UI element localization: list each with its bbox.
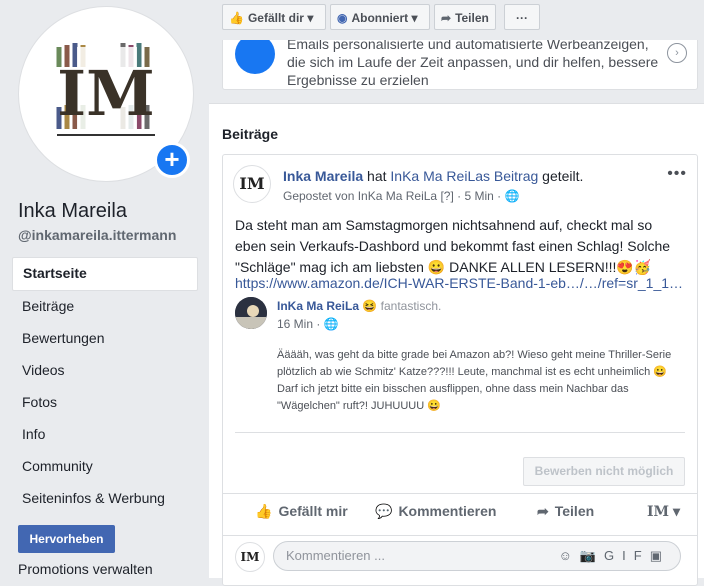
posted-by: Gepostet von InKa Ma ReiLa bbox=[283, 189, 438, 203]
sticker-icon[interactable]: ▣ bbox=[650, 548, 670, 563]
post-action-suffix: geteilt. bbox=[538, 168, 584, 184]
comment-placeholder: Kommentieren ... bbox=[286, 548, 385, 563]
ads-promo-card: Emails personalisierte und automatisiert… bbox=[222, 40, 698, 90]
chevron-down-icon: ▾ bbox=[307, 11, 314, 25]
shared-post-link[interactable]: InKa Ma ReiLas Beitrag bbox=[390, 168, 538, 184]
share-arrow-icon: ➦ bbox=[537, 503, 549, 519]
post-author-avatar[interactable]: IM bbox=[233, 165, 271, 203]
sidebar-item-seiteninfos[interactable]: Seiteninfos & Werbung bbox=[12, 483, 198, 515]
emoji-icon[interactable]: ☺ bbox=[559, 548, 580, 563]
original-timestamp[interactable]: 16 Min · 🌐 bbox=[277, 317, 339, 331]
commenter-avatar: IM bbox=[235, 542, 265, 572]
page-handle: @inkamareila.ittermann bbox=[18, 227, 177, 243]
avatar-photo bbox=[235, 297, 267, 329]
chevron-down-icon: ▾ bbox=[672, 503, 680, 519]
original-post-text: Ääääh, was geht da bitte grade bei Amazo… bbox=[277, 349, 672, 412]
comment-input[interactable]: Kommentieren ... ☺📷GIF▣ bbox=[273, 541, 681, 571]
post-meta: Gepostet von InKa Ma ReiLa [?] · 5 Min ·… bbox=[283, 189, 519, 203]
posts-section-title: Beiträge bbox=[222, 126, 279, 142]
sidebar-item-beitraege[interactable]: Beiträge bbox=[12, 291, 198, 323]
post-action-prefix: hat bbox=[363, 168, 391, 184]
comment-label: Kommentieren bbox=[398, 503, 497, 519]
share-page-button[interactable]: ➦ Teilen bbox=[434, 4, 496, 30]
sidebar-nav: Startseite Beiträge Bewertungen Videos F… bbox=[12, 257, 198, 515]
comment-button[interactable]: 💬 Kommentieren bbox=[375, 503, 496, 520]
like-label: Gefällt mir bbox=[278, 503, 348, 519]
shared-post: IM Inka Mareila hat InKa Ma ReiLas Beitr… bbox=[222, 154, 698, 586]
gif-icon[interactable]: GIF bbox=[604, 548, 650, 563]
promote-button[interactable]: Hervorheben bbox=[18, 525, 115, 553]
manage-promotions-link[interactable]: Promotions verwalten bbox=[18, 561, 153, 577]
original-author-link[interactable]: InKa Ma ReiLa bbox=[277, 299, 359, 313]
original-author-avatar[interactable] bbox=[235, 297, 267, 329]
original-author: InKa Ma ReiLa 😆 fantastisch. bbox=[277, 299, 441, 313]
share-page-label: Teilen bbox=[455, 11, 489, 25]
post-author-link[interactable]: Inka Mareila bbox=[283, 168, 363, 184]
sidebar-item-community[interactable]: Community bbox=[12, 451, 198, 483]
thumbs-up-icon: 👍 bbox=[229, 11, 244, 25]
follow-button[interactable]: ◉ Abonniert ▾ bbox=[330, 4, 430, 30]
share-arrow-icon: ➦ bbox=[441, 11, 452, 25]
post-timestamp[interactable]: [?] · 5 Min · 🌐 bbox=[440, 189, 519, 203]
follow-label: Abonniert bbox=[351, 11, 409, 25]
sidebar-item-info[interactable]: Info bbox=[12, 419, 198, 451]
post-actions: 👍 Gefällt mir 💬 Kommentieren ➦ Teilen IM ▾ bbox=[223, 495, 697, 531]
like-page-label: Gefällt dir bbox=[247, 11, 304, 25]
sidebar-item-startseite[interactable]: Startseite bbox=[12, 257, 198, 291]
sidebar-item-videos[interactable]: Videos bbox=[12, 355, 198, 387]
like-button[interactable]: 👍 Gefällt mir bbox=[255, 503, 348, 520]
actions-divider bbox=[223, 493, 697, 494]
feeling-text: 😆 fantastisch. bbox=[359, 299, 442, 313]
post-header: Inka Mareila hat InKa Ma ReiLas Beitrag … bbox=[283, 168, 583, 184]
post-as-selector[interactable]: IM ▾ bbox=[647, 503, 680, 520]
share-button[interactable]: ➦ Teilen bbox=[537, 503, 594, 520]
comment-divider bbox=[223, 535, 697, 536]
page-name: Inka Mareila bbox=[18, 200, 127, 222]
magic-wand-icon bbox=[235, 40, 275, 74]
logo-monogram: IM bbox=[57, 57, 155, 130]
posts-section: Beiträge IM Inka Mareila hat InKa Ma Rei… bbox=[209, 103, 704, 586]
rss-icon: ◉ bbox=[337, 11, 348, 25]
sidebar-item-fotos[interactable]: Fotos bbox=[12, 387, 198, 419]
post-text: Da steht man am Samstagmorgen nichtsahne… bbox=[235, 217, 671, 275]
sidebar-item-bewertungen[interactable]: Bewertungen bbox=[12, 323, 198, 355]
page-logo-small: IM bbox=[647, 504, 670, 520]
camera-icon[interactable]: 📷 bbox=[580, 548, 604, 563]
more-options-button[interactable]: ··· bbox=[504, 4, 540, 30]
add-photo-icon[interactable]: + bbox=[154, 142, 190, 178]
share-label: Teilen bbox=[554, 503, 595, 519]
thumbs-up-icon: 👍 bbox=[255, 503, 273, 519]
boost-unavailable-button: Bewerben nicht möglich bbox=[523, 457, 685, 486]
chevron-right-icon[interactable]: › bbox=[667, 43, 687, 63]
ads-promo-text: Emails personalisierte und automatisiert… bbox=[287, 40, 659, 88]
comment-tools: ☺📷GIF▣ bbox=[559, 542, 670, 570]
page-sidebar: IM + Inka Mareila @inkamareila.ittermann… bbox=[0, 0, 210, 577]
post-options-icon[interactable]: ••• bbox=[667, 165, 687, 183]
comment-icon: 💬 bbox=[375, 503, 393, 519]
chevron-down-icon: ▾ bbox=[411, 11, 418, 25]
like-page-button[interactable]: 👍 Gefällt dir ▾ bbox=[222, 4, 326, 30]
